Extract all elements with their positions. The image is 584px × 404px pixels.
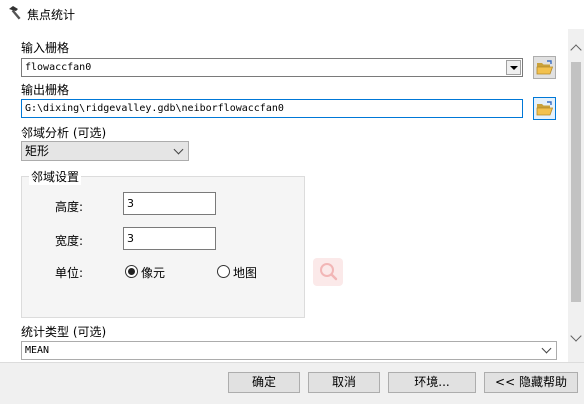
statistics-type-select[interactable]: MEAN (21, 341, 557, 360)
width-value: 3 (127, 232, 134, 245)
input-raster-label: 输入栅格 (21, 41, 70, 55)
scrollbar-thumb[interactable] (571, 62, 581, 302)
input-raster-value: flowaccfan0 (25, 62, 92, 73)
folder-open-icon (536, 101, 554, 116)
output-raster-browse-button[interactable] (533, 97, 556, 120)
cancel-button[interactable]: 取消 (308, 372, 380, 393)
unit-map-label[interactable]: 地图 (233, 264, 257, 281)
neighborhood-settings-title: 邻域设置 (29, 168, 82, 185)
magnifier-icon[interactable] (313, 258, 343, 286)
chevron-down-icon (173, 144, 184, 155)
neighborhood-label: 邻域分析 (可选) (21, 126, 107, 140)
folder-open-icon (536, 60, 554, 75)
width-input[interactable]: 3 (123, 227, 216, 250)
unit-cell-label[interactable]: 像元 (141, 264, 165, 281)
hide-help-button[interactable]: << 隐藏帮助 (484, 372, 578, 393)
dropdown-arrow-icon[interactable] (506, 60, 521, 75)
output-raster-label: 输出栅格 (21, 83, 70, 97)
title-bar: 焦点统计 (0, 0, 584, 28)
ok-button[interactable]: 确定 (228, 372, 300, 393)
unit-cell-radio[interactable] (125, 265, 138, 278)
environments-button[interactable]: 环境... (388, 372, 476, 393)
input-raster-combobox[interactable]: flowaccfan0 (21, 58, 523, 77)
output-raster-input[interactable]: G:\dixing\ridgevalley.gdb\neiborflowaccf… (21, 99, 523, 118)
input-raster-browse-button[interactable] (533, 56, 556, 79)
unit-map-radio[interactable] (217, 265, 230, 278)
units-label: 单位: (55, 266, 84, 280)
neighborhood-select[interactable]: 矩形 (21, 141, 189, 161)
height-value: 3 (127, 197, 134, 210)
height-label: 高度: (55, 200, 84, 214)
statistics-type-value: MEAN (25, 345, 50, 356)
output-raster-value: G:\dixing\ridgevalley.gdb\neiborflowaccf… (25, 103, 284, 114)
hammer-icon (8, 5, 24, 21)
statistics-type-label: 统计类型 (可选) (21, 325, 107, 339)
window-title: 焦点统计 (27, 8, 76, 22)
width-label: 宽度: (55, 234, 84, 248)
height-input[interactable]: 3 (123, 192, 216, 215)
chevron-down-icon (541, 343, 552, 354)
neighborhood-value: 矩形 (25, 144, 50, 158)
